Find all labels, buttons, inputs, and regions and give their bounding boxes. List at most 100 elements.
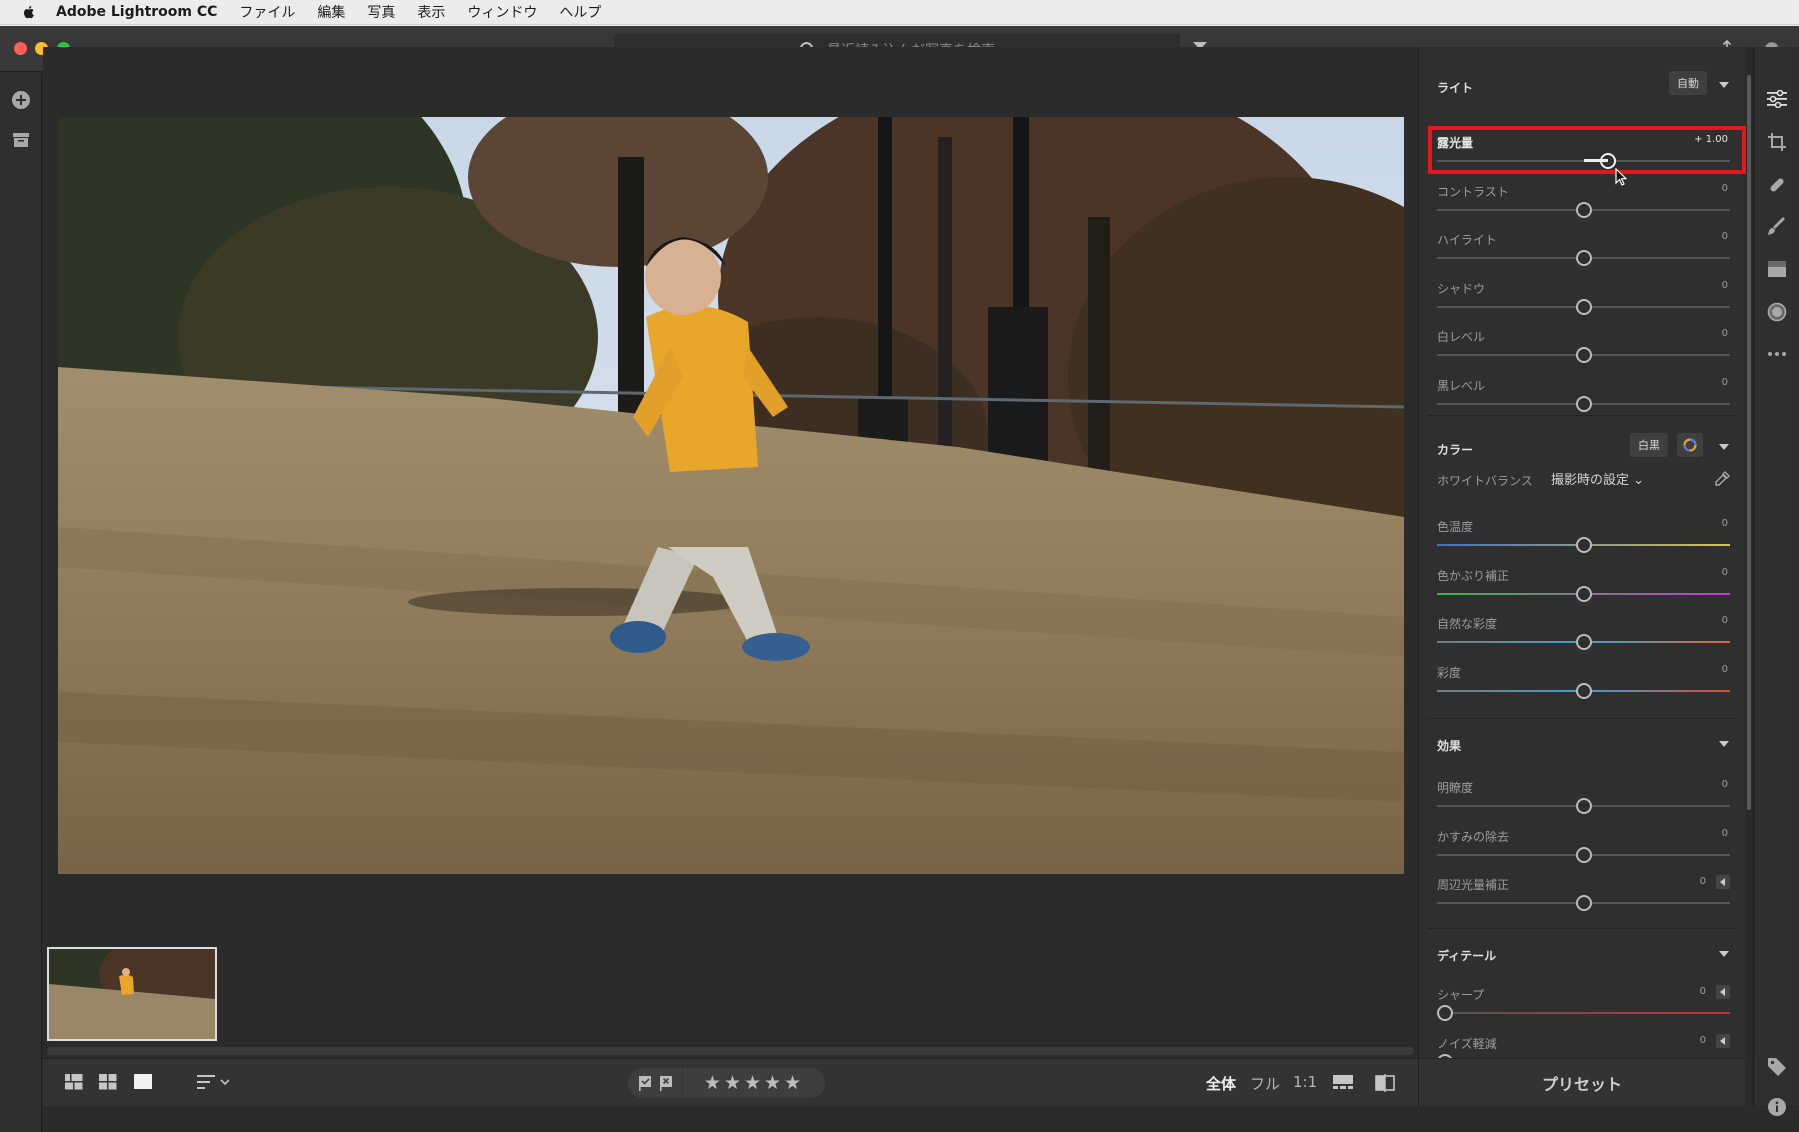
slider-light-5[interactable]: 黒レベル 0	[1437, 373, 1730, 421]
healing-brush-icon[interactable]	[1767, 175, 1787, 195]
slider-value[interactable]: 0	[1700, 986, 1706, 997]
slider-label: かすみの除去	[1437, 829, 1510, 844]
slider-knob[interactable]	[1575, 585, 1592, 602]
app-name-menu[interactable]: Adobe Lightroom CC	[56, 4, 217, 20]
slider-value[interactable]: 0	[1722, 183, 1728, 194]
slider-knob[interactable]	[1575, 298, 1592, 315]
presets-button[interactable]: プリセット	[1418, 1058, 1745, 1106]
slider-detail-1[interactable]: ノイズ軽減 0	[1437, 1031, 1730, 1058]
panel-scrollbar-thumb[interactable]	[1747, 75, 1751, 810]
expand-arrow-icon[interactable]	[1716, 875, 1730, 889]
chevron-down-icon[interactable]	[1719, 444, 1729, 450]
close-window-button[interactable]	[14, 42, 27, 55]
slider-knob[interactable]	[1437, 1005, 1453, 1021]
slider-value[interactable]: 0	[1722, 280, 1728, 291]
slider-effects-2[interactable]: 周辺光量補正 0	[1437, 872, 1730, 920]
chevron-down-icon[interactable]	[1719, 741, 1729, 747]
slider-knob[interactable]	[1575, 895, 1592, 911]
slider-knob[interactable]	[1575, 395, 1592, 412]
grid-view-icon[interactable]	[99, 1074, 117, 1090]
auto-button[interactable]: 自動	[1669, 71, 1707, 95]
slider-effects-1[interactable]: かすみの除去 0	[1437, 824, 1730, 872]
zoom-fill-button[interactable]: フル	[1250, 1073, 1280, 1094]
slider-value[interactable]: 0	[1722, 828, 1728, 839]
menu-edit[interactable]: 編集	[317, 2, 345, 22]
slider-knob[interactable]	[1575, 682, 1592, 699]
slider-color-1[interactable]: 色かぶり補正 0	[1437, 563, 1730, 611]
slider-light-4[interactable]: 白レベル 0	[1437, 324, 1730, 372]
menu-photo[interactable]: 写真	[367, 2, 395, 22]
add-photos-icon[interactable]	[11, 90, 31, 110]
white-balance-dropdown[interactable]: 撮影時の設定 ⌄	[1551, 469, 1644, 488]
slider-value[interactable]: 0	[1722, 231, 1728, 242]
slider-value[interactable]: 0	[1722, 328, 1728, 339]
linear-gradient-icon[interactable]	[1767, 260, 1787, 278]
menu-view[interactable]: 表示	[417, 2, 445, 22]
expand-arrow-icon[interactable]	[1716, 1033, 1730, 1048]
expand-arrow-icon[interactable]	[1716, 985, 1730, 999]
slider-label: 明瞭度	[1437, 781, 1474, 795]
filmstrip-scrollbar[interactable]	[47, 1047, 1414, 1055]
detail-section-header[interactable]: ディテール	[1419, 933, 1745, 973]
main-photo[interactable]	[58, 117, 1404, 874]
star-rating[interactable]: ★★★★★	[683, 1068, 825, 1098]
reject-flag-icon[interactable]	[659, 1075, 673, 1091]
crop-icon[interactable]	[1767, 132, 1787, 152]
slider-value[interactable]: 0	[1722, 377, 1728, 388]
apple-icon[interactable]	[20, 3, 38, 21]
slider-value[interactable]: 0	[1700, 876, 1706, 887]
slider-light-1[interactable]: コントラスト 0	[1437, 179, 1730, 227]
slider-light-3[interactable]: シャドウ 0	[1437, 276, 1730, 324]
light-section-header[interactable]: ライト 自動	[1419, 59, 1745, 99]
compare-view-icon[interactable]	[1375, 1074, 1395, 1092]
slider-color-0[interactable]: 色温度 0	[1437, 514, 1730, 562]
filmstrip-toggle-icon[interactable]	[1333, 1074, 1353, 1090]
zoom-fit-button[interactable]: 全体	[1206, 1073, 1236, 1094]
slider-knob[interactable]	[1575, 634, 1592, 650]
filmstrip-thumbnail[interactable]	[47, 947, 217, 1041]
menu-window[interactable]: ウィンドウ	[467, 2, 537, 22]
slider-knob[interactable]	[1575, 798, 1592, 814]
section-divider	[1427, 718, 1738, 719]
slider-knob[interactable]	[1575, 537, 1592, 553]
slider-color-3[interactable]: 彩度 0	[1437, 660, 1730, 708]
menu-file[interactable]: ファイル	[239, 2, 295, 22]
slider-light-2[interactable]: ハイライト 0	[1437, 227, 1730, 275]
chevron-down-icon[interactable]	[1719, 951, 1729, 957]
effects-section-header[interactable]: 効果	[1419, 724, 1745, 764]
slider-track[interactable]	[1437, 1012, 1730, 1014]
chevron-down-icon[interactable]	[1719, 82, 1729, 88]
slider-value[interactable]: 0	[1722, 518, 1728, 529]
zoom-1to1-button[interactable]: 1:1	[1293, 1073, 1317, 1091]
edit-sliders-icon[interactable]	[1767, 90, 1787, 108]
library-icon[interactable]	[12, 132, 30, 148]
menu-help[interactable]: ヘルプ	[559, 2, 601, 22]
slider-detail-0[interactable]: シャープ 0	[1437, 982, 1730, 1030]
slider-knob[interactable]	[1575, 201, 1592, 218]
slider-value[interactable]: 0	[1722, 779, 1728, 790]
square-grid-view-icon[interactable]	[65, 1074, 83, 1090]
slider-effects-0[interactable]: 明瞭度 0	[1437, 775, 1730, 823]
black-white-button[interactable]: 白黒	[1630, 433, 1668, 457]
slider-color-2[interactable]: 自然な彩度 0	[1437, 611, 1730, 659]
tag-icon[interactable]	[1767, 1057, 1787, 1077]
pick-flag-icon[interactable]	[638, 1075, 652, 1091]
detail-view-icon[interactable]	[134, 1074, 152, 1090]
sort-icon[interactable]	[197, 1074, 229, 1090]
slider-value[interactable]: 0	[1722, 615, 1728, 626]
color-mixer-button[interactable]	[1677, 433, 1703, 457]
slider-knob[interactable]	[1575, 846, 1592, 863]
info-icon[interactable]	[1767, 1097, 1787, 1117]
slider-value[interactable]: 0	[1722, 664, 1728, 675]
brush-icon[interactable]	[1767, 217, 1787, 237]
panel-scrollbar[interactable]	[1745, 47, 1753, 1058]
radial-gradient-icon[interactable]	[1767, 302, 1787, 322]
color-section-title: カラー	[1437, 443, 1474, 457]
slider-knob[interactable]	[1575, 250, 1592, 266]
eyedropper-icon[interactable]	[1713, 470, 1731, 488]
slider-knob[interactable]	[1575, 347, 1592, 363]
slider-value[interactable]: 0	[1722, 567, 1728, 578]
color-section-header[interactable]: カラー 白黒	[1419, 421, 1745, 461]
more-options-icon[interactable]	[1767, 351, 1787, 357]
slider-value[interactable]: 0	[1700, 1035, 1706, 1046]
